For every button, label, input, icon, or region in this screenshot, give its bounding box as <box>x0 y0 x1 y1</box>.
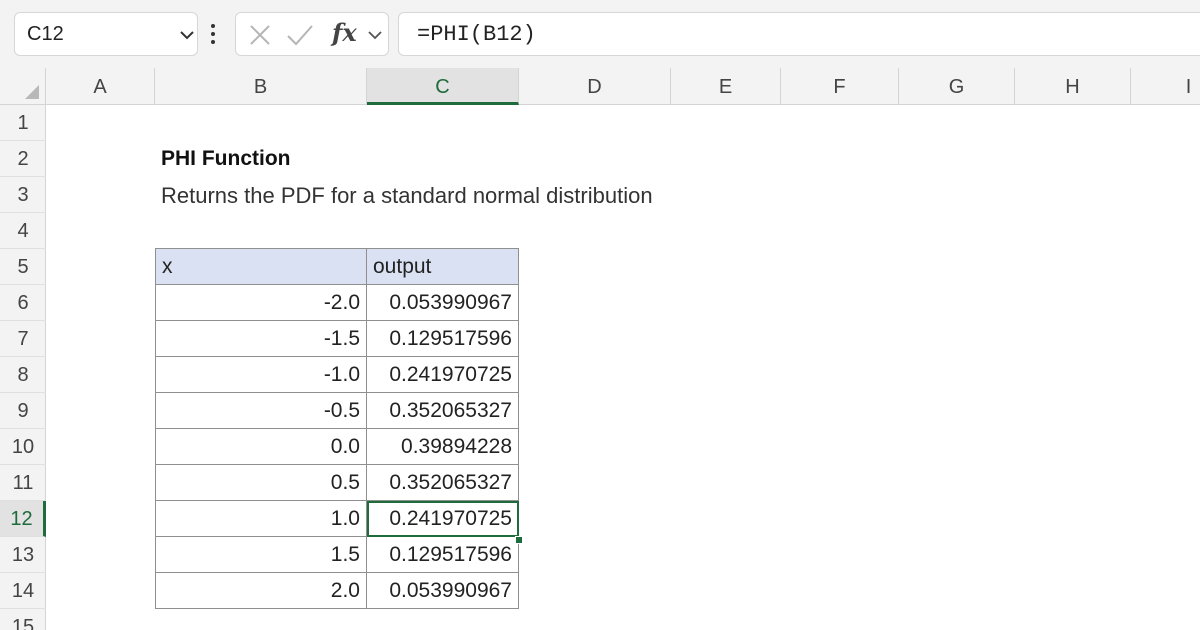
x-cell[interactable]: -1.5 <box>155 320 367 357</box>
column-header-f[interactable]: F <box>781 68 899 104</box>
table-row: -2.0 0.053990967 <box>155 284 519 321</box>
column-header-g[interactable]: G <box>899 68 1015 104</box>
formula-input[interactable]: =PHI(B12) <box>398 12 1200 56</box>
row-headers: 1 2 3 4 5 6 7 8 9 10 11 12 13 14 15 <box>0 105 46 630</box>
x-cell[interactable]: 2.0 <box>155 572 367 609</box>
table-row: -1.0 0.241970725 <box>155 356 519 393</box>
formula-bar: C12 fx =PHI(B12) <box>0 0 1200 68</box>
row-header[interactable]: 10 <box>0 429 46 465</box>
x-cell[interactable]: 0.0 <box>155 428 367 465</box>
row-header-active[interactable]: 12 <box>0 501 46 537</box>
checkmark-icon[interactable] <box>286 23 314 47</box>
row-header[interactable]: 11 <box>0 465 46 501</box>
row-header[interactable]: 15 <box>0 609 46 630</box>
table-row: 2.0 0.053990967 <box>155 572 519 609</box>
table-row: 0.0 0.39894228 <box>155 428 519 465</box>
table-row: -0.5 0.352065327 <box>155 392 519 429</box>
x-cell[interactable]: 0.5 <box>155 464 367 501</box>
row-header[interactable]: 1 <box>0 105 46 141</box>
table-row: 1.0 0.241970725 <box>155 500 519 537</box>
sheet-subtitle[interactable]: Returns the PDF for a standard normal di… <box>161 183 653 209</box>
chevron-down-icon[interactable] <box>177 25 197 45</box>
column-header-i[interactable]: I <box>1131 68 1200 104</box>
insert-function-icon[interactable]: fx <box>332 18 357 47</box>
output-cell[interactable]: 0.053990967 <box>366 572 519 609</box>
column-header-a[interactable]: A <box>46 68 155 104</box>
column-header-c[interactable]: C <box>367 68 519 105</box>
output-cell[interactable]: 0.053990967 <box>366 284 519 321</box>
column-header-b[interactable]: B <box>155 68 367 104</box>
row-header[interactable]: 2 <box>0 141 46 177</box>
formula-text[interactable]: =PHI(B12) <box>417 22 536 47</box>
column-header-h[interactable]: H <box>1015 68 1131 104</box>
select-all-icon <box>25 85 39 99</box>
output-cell[interactable]: 0.129517596 <box>366 320 519 357</box>
row-header[interactable]: 6 <box>0 285 46 321</box>
column-header-d[interactable]: D <box>519 68 671 104</box>
x-cell[interactable]: 1.5 <box>155 536 367 573</box>
table-row: -1.5 0.129517596 <box>155 320 519 357</box>
row-header[interactable]: 9 <box>0 393 46 429</box>
active-cell[interactable]: 0.241970725 <box>366 500 519 537</box>
x-cell[interactable]: -0.5 <box>155 392 367 429</box>
column-header-e[interactable]: E <box>671 68 781 104</box>
column-headers: A B C D E F G H I <box>0 68 1200 105</box>
row-header[interactable]: 4 <box>0 213 46 249</box>
x-cell[interactable]: -1.0 <box>155 356 367 393</box>
data-table: x output -2.0 0.053990967 -1.5 0.1295175… <box>155 248 519 609</box>
header-cell-x[interactable]: x <box>155 248 367 285</box>
row-header[interactable]: 3 <box>0 177 46 213</box>
sheet-grid[interactable]: PHI Function Returns the PDF for a stand… <box>46 105 1200 630</box>
output-cell[interactable]: 0.352065327 <box>366 392 519 429</box>
chevron-down-icon[interactable] <box>366 25 384 45</box>
header-cell-output[interactable]: output <box>366 248 519 285</box>
name-box[interactable]: C12 <box>14 12 198 56</box>
row-header[interactable]: 14 <box>0 573 46 609</box>
output-cell[interactable]: 0.352065327 <box>366 464 519 501</box>
table-row: 0.5 0.352065327 <box>155 464 519 501</box>
output-cell[interactable]: 0.39894228 <box>366 428 519 465</box>
output-cell[interactable]: 0.129517596 <box>366 536 519 573</box>
table-header-row: x output <box>155 248 519 285</box>
row-header[interactable]: 7 <box>0 321 46 357</box>
select-all-button[interactable] <box>0 68 46 104</box>
more-options-icon[interactable] <box>208 22 218 46</box>
name-box-value[interactable]: C12 <box>27 23 64 46</box>
row-header[interactable]: 13 <box>0 537 46 573</box>
sheet-title[interactable]: PHI Function <box>161 147 291 171</box>
row-header[interactable]: 5 <box>0 249 46 285</box>
fill-handle[interactable] <box>515 536 523 544</box>
row-header[interactable]: 8 <box>0 357 46 393</box>
output-cell[interactable]: 0.241970725 <box>366 356 519 393</box>
cancel-icon[interactable] <box>248 23 272 47</box>
x-cell[interactable]: 1.0 <box>155 500 367 537</box>
formula-buttons: fx <box>235 12 389 56</box>
x-cell[interactable]: -2.0 <box>155 284 367 321</box>
table-row: 1.5 0.129517596 <box>155 536 519 573</box>
